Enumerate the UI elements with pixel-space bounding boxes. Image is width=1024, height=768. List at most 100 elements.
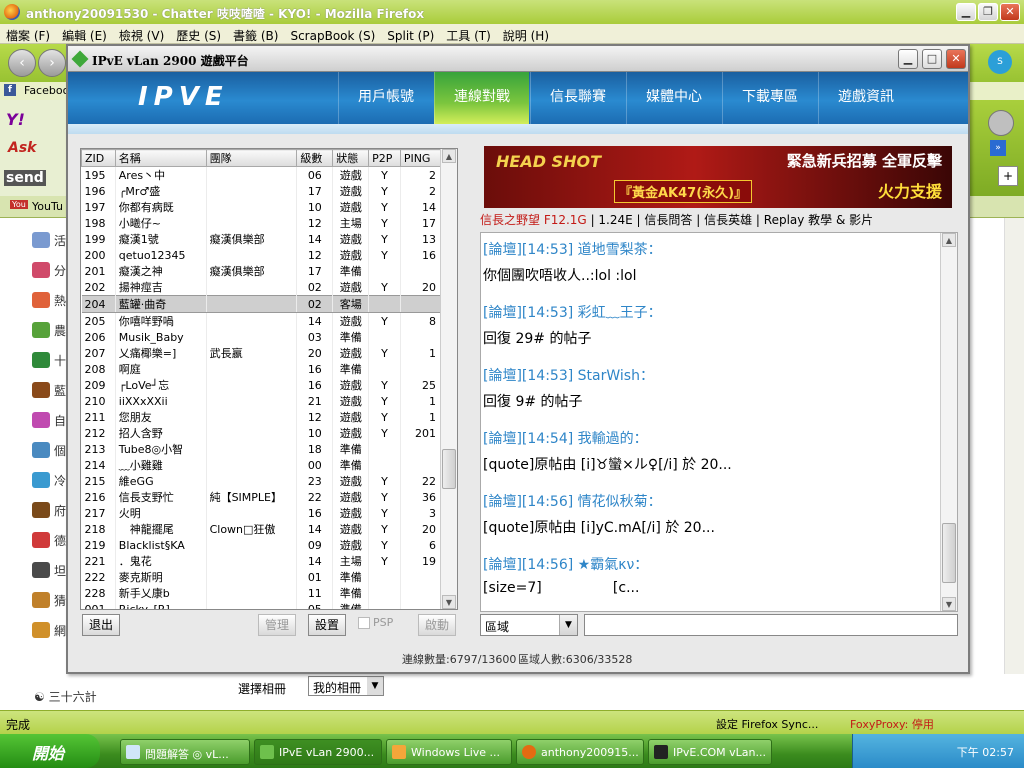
table-row[interactable]: 204 藍罐‧曲奇 02 客場 <box>81 295 442 313</box>
tab-youtube[interactable]: YouTu <box>32 200 63 213</box>
table-row[interactable]: 222 麥克斯明 01 準備 <box>81 569 442 585</box>
page-sidebar-item[interactable]: 個 <box>30 438 66 464</box>
page-sidebar-item[interactable]: 自 <box>30 408 66 434</box>
back-icon[interactable]: ‹ <box>8 49 36 77</box>
taskbar-item[interactable]: Windows Live ... <box>386 739 512 765</box>
scroll-thumb[interactable] <box>442 449 456 489</box>
taskbar-item[interactable]: 問題解答 ◎ vL... <box>120 739 250 765</box>
col-status[interactable]: 狀態 <box>332 149 370 167</box>
link-qa[interactable]: 信長問答 <box>644 213 692 227</box>
table-row[interactable]: 199 癡漢1號 癡漢俱樂部 14 遊戲 Y 13 <box>81 231 442 247</box>
table-row[interactable]: 212 招人含野 10 遊戲 Y 201 <box>81 425 442 441</box>
skype-icon[interactable]: S <box>988 50 1012 74</box>
menu-history[interactable]: 歷史 (S) <box>170 24 227 44</box>
table-row[interactable]: 217 火明 16 遊戲 Y 3 <box>81 505 442 521</box>
start-button[interactable]: 開始 <box>0 734 100 768</box>
ask-icon[interactable]: Ask <box>8 140 36 156</box>
table-row[interactable]: 205 你嘻咩野喎 14 遊戲 Y 8 <box>81 312 442 329</box>
foxyproxy-status[interactable]: FoxyProxy: 停用 <box>850 716 934 732</box>
taskbar-item-active[interactable]: IPvE vLan 2900... <box>254 739 382 765</box>
scroll-down-icon[interactable]: ▼ <box>442 595 456 609</box>
menu-split[interactable]: Split (P) <box>381 26 440 43</box>
link-heroes[interactable]: 信長英雄 <box>704 213 752 227</box>
scroll-up-icon[interactable]: ▲ <box>442 149 456 163</box>
firefox-sync-status[interactable]: 設定 Firefox Sync... <box>716 716 818 732</box>
taskbar-item[interactable]: IPvE.COM vLan... <box>648 739 772 765</box>
start-game-button[interactable]: 啟動 <box>418 614 456 636</box>
table-row[interactable]: 213 Tube8◎小智 18 準備 <box>81 441 442 457</box>
page-scrollbar[interactable] <box>1004 218 1024 710</box>
page-sidebar-item[interactable]: 分 <box>30 258 66 284</box>
table-row[interactable]: 210 iiXXxXXii 21 遊戲 Y 1 <box>81 393 442 409</box>
link-replay[interactable]: Replay 教學 & 影片 <box>764 213 873 227</box>
sendspace-icon[interactable]: send <box>4 170 46 186</box>
expand-toolbar-icon[interactable]: » <box>990 140 1006 156</box>
table-row[interactable]: 196 ╭Mr♂盛 17 遊戲 Y 2 <box>81 183 442 199</box>
checkbox-box[interactable] <box>358 617 370 629</box>
table-row[interactable]: 215 維eGG 23 遊戲 Y 22 <box>81 473 442 489</box>
col-zid[interactable]: ZID <box>81 149 116 167</box>
table-row[interactable]: 195 Ares丶中 06 遊戲 Y 2 <box>81 166 442 183</box>
page-sidebar-item[interactable]: 十 <box>30 348 66 374</box>
page-sidebar-item[interactable]: 德 <box>30 528 66 554</box>
menu-scrapbook[interactable]: ScrapBook (S) <box>284 26 381 43</box>
close-icon[interactable]: ✕ <box>946 49 966 69</box>
page-sidebar-item[interactable]: 網 <box>30 618 66 644</box>
chat-scrollbar[interactable]: ▲ ▼ <box>940 233 957 611</box>
table-row[interactable]: 198 小曦仔~ 12 主場 Y 17 <box>81 215 442 231</box>
manage-button[interactable]: 管理 <box>258 614 296 636</box>
bookmark-facebook[interactable]: Faceboo <box>24 84 69 97</box>
scroll-thumb[interactable] <box>942 523 956 583</box>
menu-file[interactable]: 檔案 (F) <box>0 24 56 44</box>
list-scrollbar[interactable]: ▲ ▼ <box>440 149 457 609</box>
page-sidebar-item[interactable]: 府 <box>30 498 66 524</box>
settings-button[interactable]: 設置 <box>308 614 346 636</box>
menu-edit[interactable]: 編輯 (E) <box>56 24 113 44</box>
table-row[interactable]: 207 乂痛椰樂=] 武長嬴 20 遊戲 Y 1 <box>81 345 442 361</box>
forward-icon[interactable]: › <box>38 49 66 77</box>
minimize-icon[interactable]: ▁ <box>898 49 918 69</box>
nav-account[interactable]: 用戶帳號 <box>338 72 433 124</box>
table-row[interactable]: 001 Ricky_[R] 05 準備 <box>81 601 442 609</box>
menu-help[interactable]: 說明 (H) <box>497 24 555 44</box>
page-sidebar-item[interactable]: 農 <box>30 318 66 344</box>
col-p2p[interactable]: P2P <box>368 149 401 167</box>
page-sidebar-item-36[interactable]: ☯ 三十六計 <box>34 688 97 705</box>
table-row[interactable]: 209 ┌LoVe┘忘 16 遊戲 Y 25 <box>81 377 442 393</box>
nav-league[interactable]: 信長聯賽 <box>530 72 625 124</box>
page-sidebar-item[interactable]: 坦 <box>30 558 66 584</box>
psp-checkbox[interactable]: PSP <box>358 616 393 629</box>
menu-bookmarks[interactable]: 書籤 (B) <box>227 24 284 44</box>
table-row[interactable]: 206 Musik_Baby 03 準備 <box>81 329 442 345</box>
close-icon[interactable]: ✕ <box>1000 3 1020 21</box>
exit-button[interactable]: 退出 <box>82 614 120 636</box>
page-sidebar-item[interactable]: 熱 <box>30 288 66 314</box>
page-sidebar-item[interactable]: 藍 <box>30 378 66 404</box>
maximize-icon[interactable]: □ <box>922 49 942 69</box>
nav-online-battle[interactable]: 連線對戰 <box>434 72 529 124</box>
table-row[interactable]: 208 啊庭 16 準備 <box>81 361 442 377</box>
table-row[interactable]: 228 新手乂康b 11 準備 <box>81 585 442 601</box>
player-list[interactable]: ZID 名稱 團隊 級數 狀態 P2P PING 195 Ares丶中 06 遊戲 Y 2… <box>80 148 458 610</box>
table-row[interactable]: 216 信長支野忙 純【SIMPLE】 22 遊戲 Y 36 <box>81 489 442 505</box>
col-ping[interactable]: PING <box>399 149 442 167</box>
table-row[interactable]: 201 癡漢之神 癡漢俱樂部 17 準備 <box>81 263 442 279</box>
table-row[interactable]: 219 Blacklist§KA 09 遊戲 Y 6 <box>81 537 442 553</box>
restore-icon[interactable]: ❐ <box>978 3 998 21</box>
link-nobunaga[interactable]: 信長之野望 F12.1G <box>480 213 587 227</box>
table-row[interactable]: 202 揚神痙吉 02 遊戲 Y 20 <box>81 279 442 296</box>
taskbar-item[interactable]: anthony200915... <box>516 739 644 765</box>
scroll-down-icon[interactable]: ▼ <box>942 597 956 611</box>
table-row[interactable]: 214 ﹏小雞雞 00 準備 <box>81 457 442 473</box>
new-tab-icon[interactable]: + <box>998 166 1018 186</box>
page-sidebar-item[interactable]: 冷 <box>30 468 66 494</box>
gear-icon[interactable] <box>988 110 1014 136</box>
nav-media[interactable]: 媒體中心 <box>626 72 721 124</box>
page-sidebar-item[interactable]: 活 <box>30 228 66 254</box>
menu-tools[interactable]: 工具 (T) <box>440 24 497 44</box>
yahoo-icon[interactable]: Y! <box>6 110 25 129</box>
nav-game-info[interactable]: 遊戲資訊 <box>818 72 913 124</box>
table-row[interactable]: 211 您朋友 12 遊戲 Y 1 <box>81 409 442 425</box>
chat-input[interactable] <box>584 614 958 636</box>
table-row[interactable]: 197 你都有病既 10 遊戲 Y 14 <box>81 199 442 215</box>
